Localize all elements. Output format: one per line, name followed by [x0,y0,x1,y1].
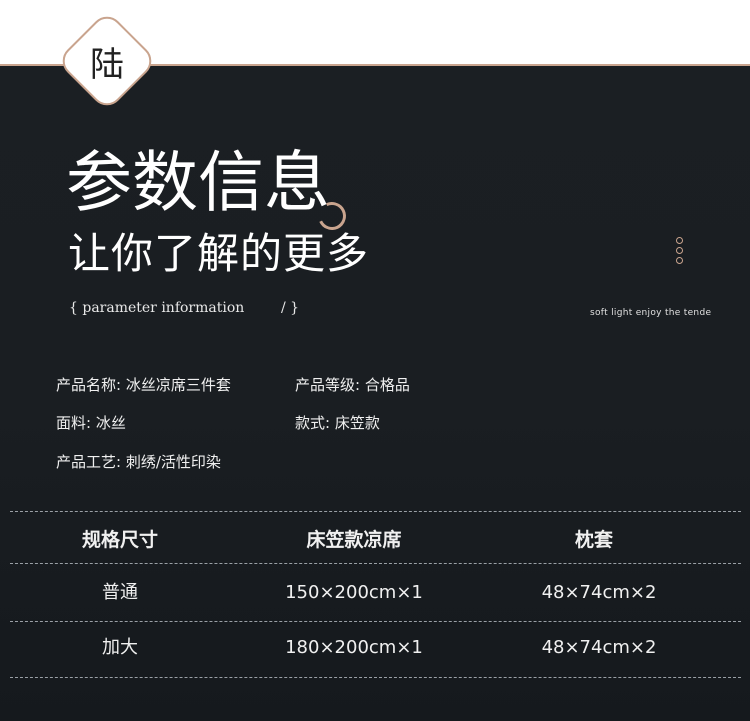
table-cell: 180×200cm×1 [285,637,423,658]
english-caption-close: / } [281,300,300,316]
divider [10,677,741,678]
info-key: 面料: [56,414,92,432]
info-value: 冰丝凉席三件套 [121,376,231,394]
table-header-pillowcase: 枕套 [574,529,613,551]
info-product-name: 产品名称: 冰丝凉席三件套 [56,378,231,393]
page-title: 参数信息 [66,144,330,221]
dot-icon [676,237,683,244]
divider [10,511,741,512]
info-grade: 产品等级: 合格品 [295,378,410,393]
divider [10,563,741,564]
section-number-badge: 陆 [90,44,124,85]
table-cell: 加大 [102,637,138,658]
info-style: 款式: 床笠款 [295,416,380,431]
info-key: 产品工艺: [56,453,122,471]
table-cell: 48×74cm×2 [541,637,657,658]
english-caption-open: { parameter information [69,300,245,316]
info-key: 款式: [295,414,331,432]
info-value: 床笠款 [330,414,380,432]
divider [10,621,741,622]
info-fabric: 面料: 冰丝 [56,416,126,431]
info-key: 产品等级: [295,376,361,394]
info-value: 刺绣/活性印染 [121,453,221,471]
table-cell: 48×74cm×2 [541,582,657,603]
dot-icon [676,247,683,254]
dots-ornament-icon [676,237,683,267]
info-value: 冰丝 [91,414,126,432]
info-key: 产品名称: [56,376,122,394]
info-craft: 产品工艺: 刺绣/活性印染 [56,455,221,470]
page-subtitle: 让你了解的更多 [68,229,370,278]
table-cell: 普通 [102,582,138,603]
slogan: soft light enjoy the tende [590,308,712,318]
dot-icon [676,257,683,264]
table-cell: 150×200cm×1 [285,582,423,603]
info-value: 合格品 [360,376,410,394]
table-header-mat: 床笠款凉席 [306,529,402,551]
table-header-size: 规格尺寸 [81,529,158,551]
